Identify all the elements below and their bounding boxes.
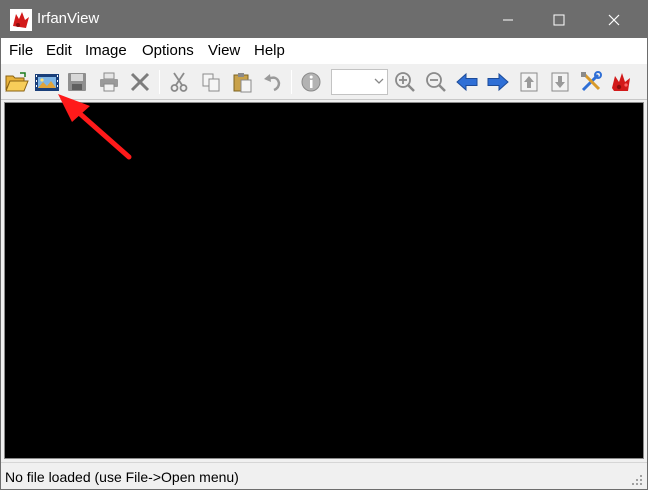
menu-edit[interactable]: Edit [46,42,72,60]
undo-button[interactable] [260,69,286,95]
save-button[interactable] [64,69,90,95]
print-icon [100,72,118,92]
delete-icon [130,72,150,92]
minimize-button[interactable] [485,1,531,38]
window-title: IrfanView [37,10,100,27]
image-canvas[interactable] [4,102,644,459]
toolbar [1,64,647,100]
maximize-button[interactable] [536,1,582,38]
next-button[interactable] [485,69,511,95]
chevron-down-icon [374,78,384,84]
first-page-button[interactable] [516,69,542,95]
settings-icon [581,71,602,92]
close-icon [608,14,620,25]
menu-view[interactable]: View [208,42,240,60]
open-folder-icon [5,72,29,92]
save-icon [68,73,86,91]
info-icon [301,72,321,92]
settings-button[interactable] [578,69,604,95]
delete-button[interactable] [127,69,153,95]
status-text: No file loaded (use File->Open menu) [5,469,239,485]
undo-icon [264,74,281,92]
last-page-icon [551,72,569,92]
irfanview-button[interactable] [609,69,635,95]
cut-button[interactable] [166,69,192,95]
copy-button[interactable] [198,69,224,95]
toolbar-separator [159,70,160,94]
next-icon [487,72,509,92]
cut-icon [170,72,188,92]
close-button[interactable] [591,1,637,38]
first-page-icon [520,72,538,92]
slideshow-button[interactable] [34,69,60,95]
minimize-icon [503,19,513,20]
maximize-icon [553,14,565,25]
zoom-in-button[interactable] [392,69,418,95]
previous-button[interactable] [454,69,480,95]
last-page-button[interactable] [547,69,573,95]
open-button[interactable] [4,69,30,95]
zoom-out-icon [426,72,446,92]
menu-bar: File Edit Image Options View Help [1,38,647,64]
irfanview-app-icon [10,9,32,31]
zoom-select[interactable] [331,69,388,95]
paste-icon [233,73,252,93]
status-bar: No file loaded (use File->Open menu) [1,462,647,489]
toolbar-separator [291,70,292,94]
menu-help[interactable]: Help [254,42,285,60]
title-bar[interactable]: IrfanView [1,1,647,38]
app-window: IrfanView File Edit Image Options View H… [0,0,648,490]
previous-icon [456,72,478,92]
resize-grip-icon[interactable] [631,474,643,486]
slideshow-icon [35,74,59,91]
info-button[interactable] [298,69,324,95]
print-button[interactable] [96,69,122,95]
irfanview-logo-icon [612,73,630,91]
paste-button[interactable] [229,69,255,95]
menu-image[interactable]: Image [85,42,127,60]
menu-file[interactable]: File [9,42,33,60]
zoom-out-button[interactable] [423,69,449,95]
zoom-in-icon [395,72,415,92]
menu-options[interactable]: Options [142,42,194,60]
copy-icon [202,73,220,92]
